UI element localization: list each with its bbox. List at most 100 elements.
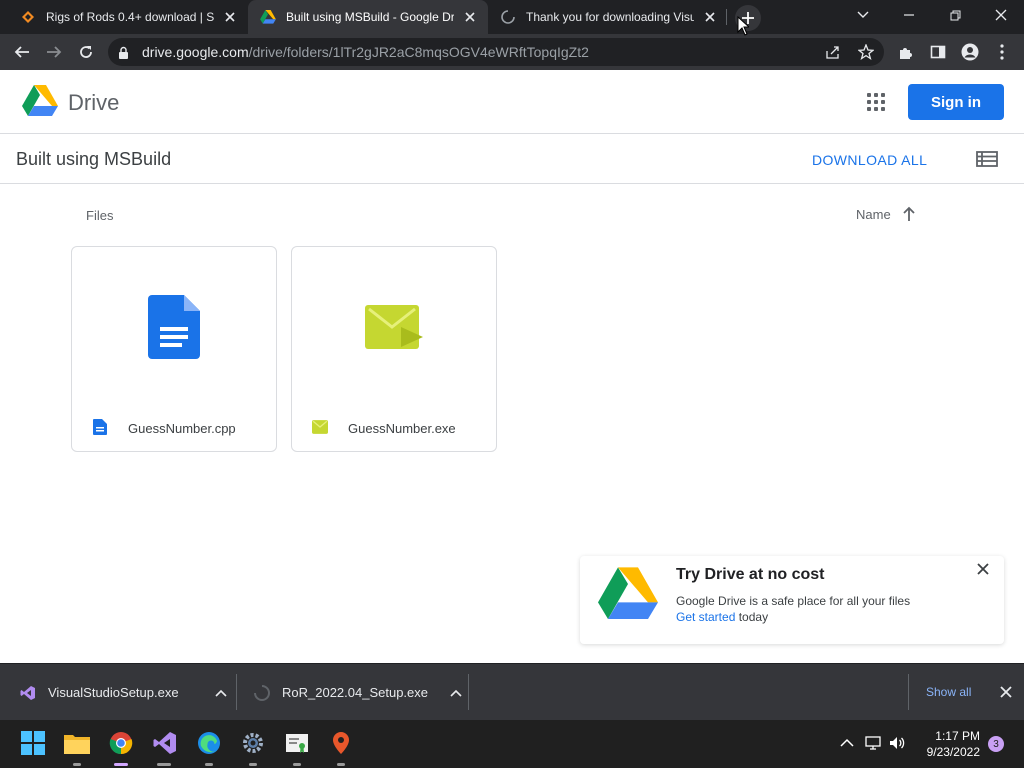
google-drive-icon	[260, 9, 276, 25]
download-progress-icon	[254, 684, 270, 701]
minimize-button[interactable]	[886, 0, 932, 30]
google-apps-icon[interactable]	[864, 90, 888, 114]
lock-icon[interactable]	[118, 45, 132, 59]
download-file-name: VisualStudioSetup.exe	[48, 685, 179, 700]
edge-icon[interactable]	[196, 730, 222, 756]
mouse-cursor-icon	[737, 16, 749, 36]
list-view-icon[interactable]	[976, 149, 998, 169]
file-explorer-icon[interactable]	[64, 730, 90, 756]
network-icon[interactable]	[864, 734, 882, 752]
download-shelf: VisualStudioSetup.exe RoR_2022.04_Setup.…	[0, 663, 1024, 720]
url-host: drive.google.com	[142, 44, 249, 60]
promo-cta-line: Get started today	[676, 610, 768, 624]
side-panel-icon[interactable]	[924, 38, 952, 66]
ror-icon	[20, 9, 36, 25]
loading-spinner-icon	[500, 9, 516, 25]
rigs-of-rods-icon[interactable]	[328, 730, 354, 756]
clock-time: 1:17 PM	[935, 729, 980, 743]
file-preview	[292, 247, 496, 407]
tab-close-icon[interactable]	[702, 9, 718, 25]
settings-gear-icon[interactable]	[240, 730, 266, 756]
promo-title: Try Drive at no cost	[676, 566, 825, 583]
address-bar[interactable]: drive.google.com/drive/folders/1lTr2gJR2…	[108, 38, 884, 66]
tab-visual-studio[interactable]: Thank you for downloading Visua	[488, 0, 728, 34]
files-section-label: Files	[86, 208, 114, 223]
tab-separator	[726, 9, 727, 25]
extensions-icon[interactable]	[892, 38, 920, 66]
close-window-button[interactable]	[978, 0, 1024, 30]
restore-button[interactable]	[932, 0, 978, 30]
windows-taskbar: 1:17 PM 9/23/2022	[0, 720, 1024, 768]
menu-kebab-icon[interactable]	[988, 38, 1016, 66]
download-separator	[468, 674, 469, 710]
url-path: /drive/folders/1lTr2gJR2aC8mqsOGV4eWRftT…	[248, 44, 589, 60]
visual-studio-icon[interactable]	[152, 730, 178, 756]
tab-close-icon[interactable]	[222, 9, 238, 25]
browser-tab-bar: Rigs of Rods 0.4+ download | So Built us…	[0, 0, 1024, 34]
sign-in-button[interactable]: Sign in	[908, 84, 1004, 120]
binary-type-icon	[312, 420, 328, 434]
share-icon[interactable]	[824, 44, 840, 60]
folder-bar: Built using MSBuild DOWNLOAD ALL	[0, 135, 1024, 184]
tab-search-icon[interactable]	[840, 0, 886, 30]
file-name: GuessNumber.cpp	[128, 421, 236, 436]
clock-date: 9/23/2022	[926, 745, 980, 759]
tab-close-icon[interactable]	[462, 9, 478, 25]
visual-studio-installer-icon	[20, 685, 35, 700]
download-separator	[236, 674, 237, 710]
chrome-icon[interactable]	[108, 730, 134, 756]
app-name[interactable]: Drive	[68, 90, 119, 116]
download-item-ror[interactable]: RoR_2022.04_Setup.exe	[254, 664, 462, 721]
file-card-guessnumber-exe[interactable]: GuessNumber.exe	[291, 246, 497, 452]
taskbar-indicator	[337, 763, 345, 766]
taskbar-indicator	[157, 763, 171, 766]
taskbar-indicator	[249, 763, 257, 766]
download-item-visualstudio[interactable]: VisualStudioSetup.exe	[20, 664, 227, 721]
promo-text: Google Drive is a safe place for all you…	[676, 594, 911, 608]
document-icon	[148, 295, 200, 359]
close-icon[interactable]	[976, 562, 990, 576]
close-icon[interactable]	[1000, 686, 1012, 698]
browser-toolbar: drive.google.com/drive/folders/1lTr2gJR2…	[0, 34, 1024, 70]
folder-title: Built using MSBuild	[16, 149, 172, 169]
tab-google-drive[interactable]: Built using MSBuild - Google Driv	[248, 0, 488, 34]
google-drive-logo	[598, 567, 658, 619]
show-all-downloads-button[interactable]: Show all	[926, 685, 971, 699]
forward-button[interactable]	[40, 38, 68, 66]
taskbar-indicator-active	[114, 763, 128, 766]
certificate-app-icon[interactable]	[284, 730, 310, 756]
url-text: drive.google.com/drive/folders/1lTr2gJR2…	[142, 44, 589, 60]
chevron-up-icon[interactable]	[450, 689, 462, 697]
file-name: GuessNumber.exe	[348, 421, 456, 436]
taskbar-indicator	[73, 763, 81, 766]
taskbar-indicator	[205, 763, 213, 766]
drive-header: Drive Sign in	[0, 70, 1024, 134]
profile-icon[interactable]	[956, 38, 984, 66]
download-separator	[908, 674, 909, 710]
bookmark-star-icon[interactable]	[858, 44, 874, 60]
binary-file-icon	[365, 305, 423, 349]
sort-by-name[interactable]: Name	[856, 207, 891, 222]
system-clock[interactable]: 1:17 PM 9/23/2022	[900, 728, 980, 760]
tab-title: Thank you for downloading Visua	[526, 10, 694, 24]
file-card-guessnumber-cpp[interactable]: GuessNumber.cpp	[71, 246, 277, 452]
windows-start-icon[interactable]	[20, 730, 46, 756]
sort-ascending-arrow-icon[interactable]	[902, 206, 916, 222]
tab-title: Rigs of Rods 0.4+ download | So	[46, 10, 214, 24]
download-file-name: RoR_2022.04_Setup.exe	[282, 685, 429, 700]
chevron-up-icon[interactable]	[215, 689, 227, 697]
promo-cta-suffix: today	[735, 610, 769, 624]
show-hidden-icons-chevron-icon[interactable]	[838, 734, 856, 752]
tab-rigs-of-rods[interactable]: Rigs of Rods 0.4+ download | So	[8, 0, 248, 34]
google-drive-logo[interactable]	[22, 84, 58, 118]
document-type-icon	[93, 419, 107, 435]
try-drive-promo: Try Drive at no cost Google Drive is a s…	[580, 556, 1004, 644]
get-started-link[interactable]: Get started	[676, 610, 735, 624]
reload-button[interactable]	[72, 38, 100, 66]
back-button[interactable]	[8, 38, 36, 66]
file-preview	[72, 247, 276, 407]
tab-title: Built using MSBuild - Google Driv	[286, 10, 454, 24]
notification-count-badge[interactable]: 3	[988, 736, 1004, 752]
download-all-button[interactable]: DOWNLOAD ALL	[812, 152, 927, 168]
taskbar-indicator	[293, 763, 301, 766]
